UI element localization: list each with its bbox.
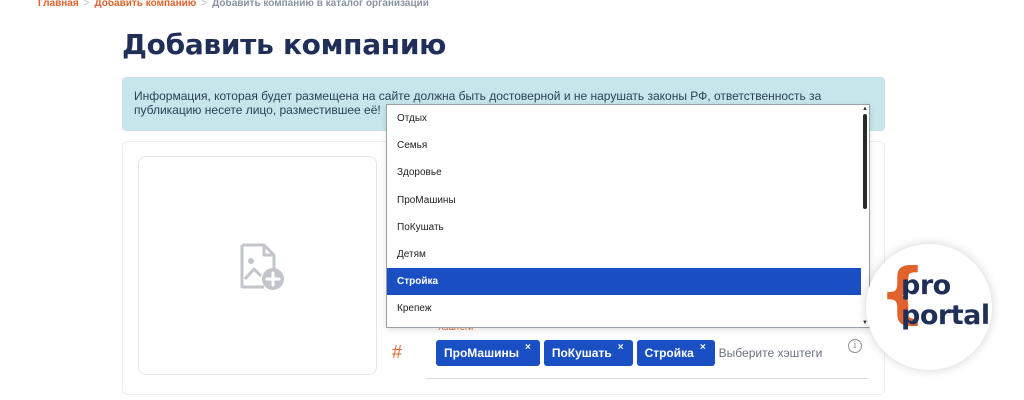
hashtag-chip: ПоКушать ×: [543, 340, 633, 366]
remove-tag-icon[interactable]: ×: [618, 342, 624, 353]
breadcrumb-current: Добавить компанию в каталог организаций: [212, 0, 429, 9]
remove-tag-icon[interactable]: ×: [525, 342, 531, 353]
dropdown-option[interactable]: Отдых: [387, 105, 863, 132]
dropdown-option[interactable]: Крепеж: [387, 295, 863, 322]
hashtag-chip: Стройка ×: [636, 340, 715, 366]
scrollbar-thumb[interactable]: [863, 114, 867, 209]
info-icon[interactable]: i: [848, 339, 862, 353]
logo-text-portal: portal: [901, 300, 990, 331]
field-underline: [426, 378, 868, 379]
hashtag-chip-label: ПоКушать: [551, 346, 612, 360]
hashtags-select[interactable]: ПроМашины × ПоКушать × Стройка ×: [436, 338, 866, 368]
dropdown-option[interactable]: Здоровье: [387, 159, 863, 186]
dropdown-option[interactable]: ПоКушать: [387, 214, 863, 241]
dropdown-option[interactable]: ПроМашины: [387, 187, 863, 214]
breadcrumb-add-company-link[interactable]: Добавить компанию: [95, 0, 197, 9]
breadcrumb-home-link[interactable]: Главная: [38, 0, 79, 9]
photo-upload-area[interactable]: [138, 156, 377, 375]
hashtag-dropdown[interactable]: Отдых Семья Здоровье ПроМашины ПоКушать …: [386, 104, 870, 328]
proportal-logo: { pro portal: [866, 244, 992, 370]
hashtag-search-input[interactable]: [718, 346, 859, 360]
add-image-icon: [240, 243, 284, 290]
dropdown-list: Отдых Семья Здоровье ПроМашины ПоКушать …: [387, 105, 863, 323]
hashtag-icon: #: [392, 342, 403, 362]
hashtag-chip: ПроМашины ×: [436, 340, 540, 366]
dropdown-option[interactable]: Семья: [387, 132, 863, 159]
dropdown-option-selected[interactable]: Стройка: [387, 268, 863, 296]
logo-text-pro: pro: [901, 270, 951, 301]
scroll-up-icon[interactable]: ▲: [862, 106, 868, 112]
breadcrumb-separator-icon: >: [201, 0, 208, 9]
hashtag-chip-label: ПроМашины: [444, 346, 519, 360]
breadcrumb: Главная > Добавить компанию > Добавить компа…: [38, 0, 429, 10]
breadcrumb-separator-icon: >: [83, 0, 90, 9]
dropdown-option[interactable]: Детям: [387, 241, 863, 268]
hashtag-chip-label: Стройка: [644, 346, 694, 360]
remove-tag-icon[interactable]: ×: [700, 342, 706, 353]
page-title: Добавить компанию: [122, 28, 447, 61]
